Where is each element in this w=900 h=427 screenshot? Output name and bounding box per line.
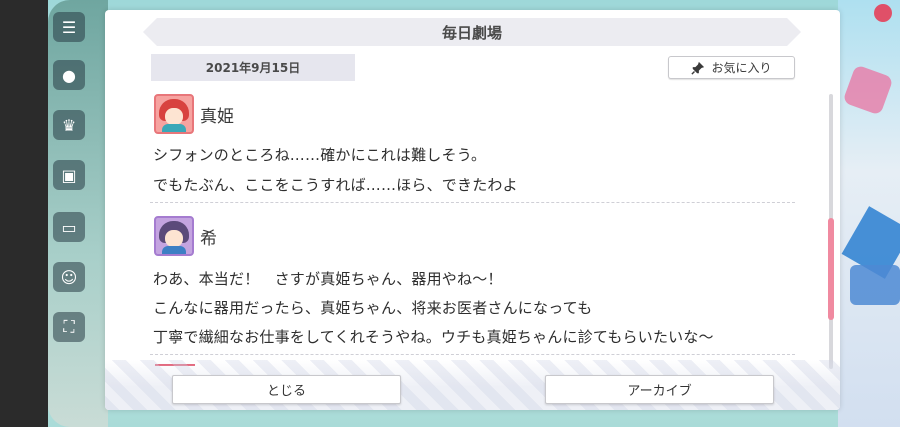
dialogue-line: でもたぶん、ここをこうすれば……ほら、できたわよ xyxy=(153,176,518,194)
notification-badge xyxy=(874,4,892,22)
favorite-label: お気に入り xyxy=(711,61,772,75)
gift-icon: ▣ xyxy=(53,160,85,190)
message-icon: ▭ xyxy=(53,212,85,242)
nozomi-avatar xyxy=(154,216,194,256)
dialog-title: 毎日劇場 xyxy=(143,18,801,46)
speaker-name: 希 xyxy=(200,228,217,249)
close-button[interactable]: とじる xyxy=(172,375,401,404)
speaker-row: 真姫 xyxy=(154,94,234,134)
dialogue-line: こんなに器用だったら、真姫ちゃん、将来お医者さんになっても xyxy=(153,299,593,317)
speaker-row: 希 xyxy=(154,216,217,256)
maki-avatar xyxy=(154,94,194,134)
right-background xyxy=(838,0,900,427)
archive-button[interactable]: アーカイブ xyxy=(545,375,774,404)
entry-divider xyxy=(150,202,795,203)
point-icon: ♛ xyxy=(53,110,85,140)
dialogue-scroll-area[interactable]: 真姫 シフォンのところね……確かにこれは難しそう。 でもたぶん、ここをこうすれば… xyxy=(105,90,840,374)
scrollbar-thumb[interactable] xyxy=(828,218,834,320)
dialogue-line: シフォンのところね……確かにこれは難しそう。 xyxy=(153,146,487,164)
menu-icon: ☰ xyxy=(53,12,85,42)
favorite-button[interactable]: お気に入り xyxy=(668,56,795,79)
dialogue-line: 丁寧で繊細なお仕事をしてくれそうやね。ウチも真姫ちゃんに診てもらいたいな～ xyxy=(153,328,714,346)
dialogue-line: わあ、本当だ！ さすが真姫ちゃん、器用やね～！ xyxy=(153,270,503,288)
members-icon: ☺ xyxy=(53,262,85,292)
fullscreen-icon: ⛶ xyxy=(53,312,85,342)
daily-theater-dialog: 毎日劇場 2021年9月15日 お気に入り 真姫 シフォンのところね……確かにこ… xyxy=(105,10,840,410)
pin-icon xyxy=(691,61,705,75)
entry-divider xyxy=(150,354,795,355)
speaker-name: 真姫 xyxy=(200,106,234,127)
date-label: 2021年9月15日 xyxy=(151,54,355,81)
chat-icon: ● xyxy=(53,60,85,90)
